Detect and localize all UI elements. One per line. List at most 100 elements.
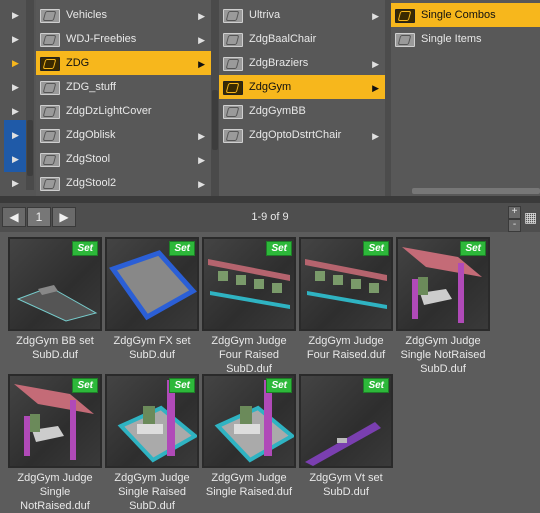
folder-item[interactable]: ZdgBraziers ▶ — [219, 51, 385, 75]
asset-thumbnail[interactable]: Set — [8, 374, 102, 468]
chevron-right-icon[interactable]: ▶ — [198, 131, 205, 142]
set-badge: Set — [169, 378, 195, 393]
folder-icon — [40, 80, 60, 95]
grid-view-icon[interactable]: ▦ — [524, 209, 537, 226]
folder-item[interactable]: ZDG ▶ — [36, 51, 211, 75]
folder-item[interactable]: ZdgBaalChair — [219, 27, 385, 51]
folder-icon — [223, 80, 243, 95]
asset-thumbnail[interactable]: Set — [299, 237, 393, 331]
folder-item[interactable]: Ultriva ▶ — [219, 3, 385, 27]
expand-arrow-icon[interactable]: ▶ — [12, 178, 19, 189]
asset-label: ZdgGym Judge Four Raised.duf — [299, 334, 393, 362]
folder-item[interactable]: Vehicles ▶ — [36, 3, 211, 27]
scrollbar-thumb[interactable] — [27, 120, 33, 176]
expand-arrow-icon[interactable]: ▶ — [12, 106, 19, 117]
asset-label-line: ZdgGym Judge — [211, 335, 287, 347]
asset-label-line: Four Raised — [219, 349, 279, 361]
asset-tile[interactable]: Set ZdgGym Vt set SubD.duf — [299, 374, 393, 499]
asset-label-line: ZdgGym Judge — [114, 472, 190, 484]
chevron-right-icon[interactable]: ▶ — [198, 155, 205, 166]
folder-item[interactable]: ZdgGym ▶ — [219, 75, 385, 99]
zoom-out-button[interactable]: - — [508, 219, 521, 232]
chevron-right-icon[interactable]: ▶ — [372, 11, 379, 22]
folder-item[interactable]: ZDG_stuff — [36, 75, 211, 99]
folder-icon — [223, 56, 243, 71]
folder-item[interactable]: Single Combos — [391, 3, 540, 27]
set-badge: Set — [460, 241, 486, 256]
set-badge: Set — [363, 241, 389, 256]
asset-label-line: SubD.duf — [129, 349, 175, 361]
chevron-right-icon[interactable]: ▶ — [372, 131, 379, 142]
chevron-right-icon[interactable]: ▶ — [198, 35, 205, 46]
asset-thumbnail[interactable]: Set — [299, 374, 393, 468]
asset-tile[interactable]: Set ZdgGym Judge Four Raised SubD.duf — [202, 237, 296, 376]
zoom-in-button[interactable]: + — [508, 206, 521, 219]
expand-arrow-icon[interactable]: ▶ — [12, 82, 19, 93]
folder-item[interactable]: ZdgOblisk ▶ — [36, 123, 211, 147]
expand-arrow-icon[interactable]: ▶ — [12, 130, 19, 141]
folder-item[interactable]: ZdgStool2 ▶ — [36, 171, 211, 195]
folder-item[interactable]: ZdgOptoDstrtChair ▶ — [219, 123, 385, 147]
folder-icon — [395, 8, 415, 23]
asset-tile[interactable]: Set ZdgGym Judge Four Raised.duf — [299, 237, 393, 362]
folder-browser: ▶ ▶ ▶ ▶ ▶ ▶ ▶ ▶ Vehicles ▶ WDJ-Freebies ▶ ZD… — [0, 0, 540, 196]
chevron-right-icon[interactable]: ▶ — [372, 83, 379, 94]
asset-tile[interactable]: Set ZdgGym Judge Single Raised SubD.duf — [105, 374, 199, 513]
asset-tile[interactable]: Set ZdgGym FX set SubD.duf — [105, 237, 199, 362]
folder-item[interactable]: ZdgStool ▶ — [36, 147, 211, 171]
chevron-right-icon[interactable]: ▶ — [372, 59, 379, 70]
chevron-right-icon[interactable]: ▶ — [198, 179, 205, 190]
asset-thumbnail[interactable]: Set — [8, 237, 102, 331]
set-badge: Set — [363, 378, 389, 393]
folder-column-2: Ultriva ▶ ZdgBaalChair ZdgBraziers ▶ ZdgGym ▶ Z… — [219, 0, 385, 196]
folder-icon — [40, 32, 60, 47]
asset-label-line: SubD.duf — [420, 363, 466, 375]
folder-icon — [223, 32, 243, 47]
asset-tile[interactable]: Set ZdgGym Judge Single NotRaised.duf — [8, 374, 102, 513]
asset-label-line: SubD.duf — [32, 349, 78, 361]
set-badge: Set — [169, 241, 195, 256]
expand-arrow-icon[interactable]: ▶ — [12, 58, 19, 69]
expand-arrow-icon[interactable]: ▶ — [12, 154, 19, 165]
asset-label-line: ZdgGym BB set — [16, 335, 94, 347]
folder-icon — [395, 32, 415, 47]
asset-label-line: ZdgGym Vt set — [309, 472, 383, 484]
horizontal-scrollbar[interactable] — [412, 188, 540, 194]
set-badge: Set — [266, 241, 292, 256]
folder-icon — [40, 8, 60, 23]
asset-label: ZdgGym Judge Single NotRaised SubD.duf — [396, 334, 490, 376]
folder-item-label: ZdgStool2 — [66, 177, 117, 189]
folder-item[interactable]: WDJ-Freebies ▶ — [36, 27, 211, 51]
asset-label: ZdgGym FX set SubD.duf — [105, 334, 199, 362]
asset-tile[interactable]: Set ZdgGym Judge Single NotRaised SubD.duf — [396, 237, 490, 376]
asset-label: ZdgGym Judge Single NotRaised.duf — [8, 471, 102, 513]
asset-label-line: Single NotRaised — [400, 349, 486, 361]
scrollbar-thumb[interactable] — [212, 90, 218, 150]
folder-icon — [40, 56, 60, 71]
folder-item[interactable]: ZdgGymBB — [219, 99, 385, 123]
asset-tile[interactable]: Set ZdgGym Judge Single Raised.duf — [202, 374, 296, 499]
asset-tile[interactable]: Set ZdgGym BB set SubD.duf — [8, 237, 102, 362]
set-badge: Set — [266, 378, 292, 393]
asset-label-line: Single Raised — [118, 486, 186, 498]
expand-arrow-icon[interactable]: ▶ — [12, 10, 19, 21]
chevron-right-icon[interactable]: ▶ — [198, 11, 205, 22]
expand-arrow-icon[interactable]: ▶ — [12, 34, 19, 45]
asset-thumbnail[interactable]: Set — [105, 237, 199, 331]
folder-icon — [223, 104, 243, 119]
folder-icon — [223, 8, 243, 23]
asset-thumbnail[interactable]: Set — [202, 237, 296, 331]
chevron-right-icon[interactable]: ▶ — [198, 59, 205, 70]
folder-item-label: ZdgGym — [249, 81, 292, 93]
pane-splitter[interactable] — [0, 196, 540, 203]
folder-item-label: ZdgGymBB — [249, 105, 306, 117]
asset-thumbnail[interactable]: Set — [105, 374, 199, 468]
asset-thumbnail[interactable]: Set — [396, 237, 490, 331]
asset-thumbnail[interactable]: Set — [202, 374, 296, 468]
asset-label: ZdgGym Judge Single Raised.duf — [202, 471, 296, 499]
folder-item[interactable]: Single Items — [391, 27, 540, 51]
asset-label-line: ZdgGym FX set — [113, 335, 191, 347]
asset-label: ZdgGym BB set SubD.duf — [8, 334, 102, 362]
folder-item[interactable]: ZdgDzLightCover — [36, 99, 211, 123]
asset-label-line: Single Raised.duf — [205, 486, 293, 498]
